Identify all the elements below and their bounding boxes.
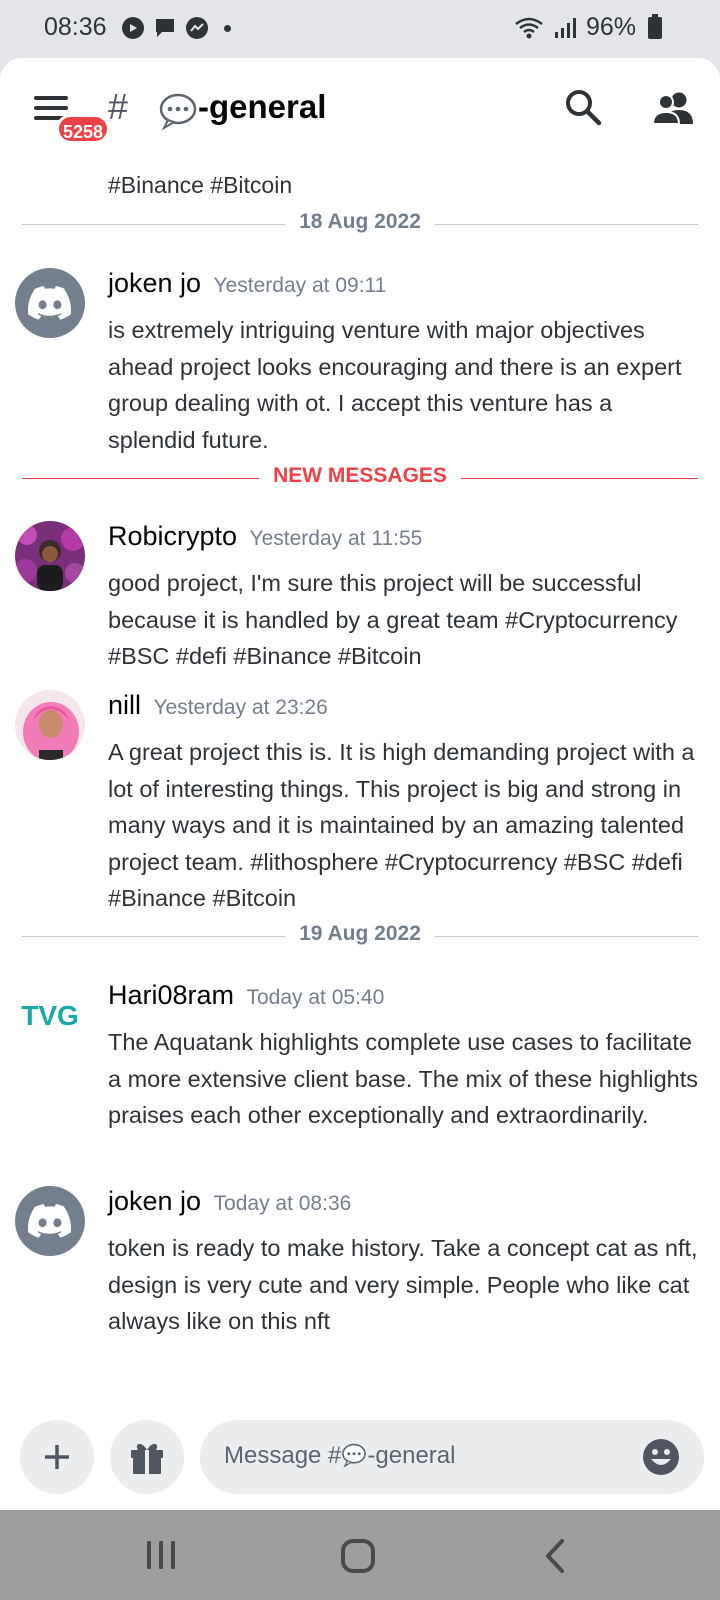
message-author[interactable]: Robicrypto <box>108 521 237 551</box>
new-messages-divider: NEW MESSAGES <box>22 464 698 494</box>
message-list[interactable]: #Binance #Bitcoin 18 Aug 2022 joken jo Y… <box>0 58 720 1388</box>
message-timestamp: Today at 08:36 <box>213 1192 352 1215</box>
message-timestamp: Today at 05:40 <box>246 986 385 1009</box>
gift-button[interactable] <box>110 1420 184 1494</box>
speech-bubble-emoji <box>342 1443 367 1468</box>
add-attachment-button[interactable] <box>20 1420 94 1494</box>
signal-icon <box>554 17 576 38</box>
recent-apps-icon[interactable] <box>144 1538 178 1572</box>
unread-badge: 5258 <box>56 114 111 144</box>
message-input-placeholder: Message # -general <box>224 1442 456 1469</box>
avatar[interactable] <box>15 690 85 760</box>
user-photo-avatar <box>15 690 85 760</box>
date-divider-label: 18 Aug 2022 <box>285 210 435 233</box>
discord-logo-icon <box>28 1204 72 1238</box>
date-divider: 19 Aug 2022 <box>22 922 698 952</box>
message-text: token is ready to make history. Take a c… <box>108 1235 698 1334</box>
messenger-icon <box>186 17 208 39</box>
message-author[interactable]: joken jo <box>108 268 201 298</box>
channel-header: 5258 # -general <box>0 58 720 150</box>
date-divider-label: 19 Aug 2022 <box>285 922 435 945</box>
battery-icon <box>648 14 662 39</box>
message-icon <box>156 19 174 37</box>
message-timestamp: Yesterday at 23:26 <box>153 696 328 719</box>
plus-icon <box>45 1445 69 1469</box>
avatar[interactable] <box>15 268 85 338</box>
avatar[interactable] <box>15 521 85 591</box>
notification-icons <box>122 17 231 39</box>
message-timestamp: Yesterday at 09:11 <box>213 274 387 297</box>
message-author[interactable]: nill <box>108 690 141 720</box>
user-photo-avatar <box>15 521 85 591</box>
message-author[interactable]: Hari08ram <box>108 980 234 1010</box>
menu-icon <box>34 96 68 100</box>
message-author[interactable]: joken jo <box>108 1186 201 1216</box>
system-indicators: 96% <box>514 13 664 42</box>
wifi-icon <box>515 17 543 38</box>
search-icon[interactable] <box>564 88 602 126</box>
dot-icon <box>224 24 231 32</box>
app-panel: #Binance #Bitcoin 18 Aug 2022 joken jo Y… <box>0 58 720 1510</box>
tvg-logo-icon: TVG <box>21 1000 79 1030</box>
message-text: is extremely intriguing venture with maj… <box>108 317 682 453</box>
date-divider: 18 Aug 2022 <box>22 210 698 240</box>
status-time: 08:36 <box>44 13 107 41</box>
channel-hash-icon: # <box>108 86 129 127</box>
back-icon[interactable] <box>540 1538 570 1574</box>
new-messages-label: NEW MESSAGES <box>259 464 461 487</box>
message-input[interactable]: Message # -general <box>200 1420 704 1494</box>
play-icon <box>122 17 144 39</box>
gift-icon <box>131 1443 163 1474</box>
discord-logo-icon <box>28 286 72 320</box>
svg-text:TVG: TVG <box>21 1000 79 1030</box>
cut-off-message-text: #Binance #Bitcoin <box>108 172 293 198</box>
message-text: good project, I'm sure this project will… <box>108 570 678 669</box>
message-text: The Aquatank highlights complete use cas… <box>108 1029 698 1128</box>
channel-name[interactable]: -general <box>198 88 326 126</box>
members-icon[interactable] <box>652 90 694 126</box>
avatar[interactable] <box>15 1186 85 1256</box>
message-text: A great project this is. It is high dema… <box>108 739 695 911</box>
system-navigation-bar <box>0 1510 720 1600</box>
emoji-icon[interactable] <box>642 1438 680 1476</box>
message-timestamp: Yesterday at 11:55 <box>249 527 423 550</box>
avatar[interactable]: TVG <box>15 980 85 1050</box>
status-bar: 08:36 96% <box>0 0 720 58</box>
speech-bubble-emoji <box>159 93 197 131</box>
battery-percent: 96% <box>585 13 636 41</box>
home-icon[interactable] <box>340 1538 376 1574</box>
